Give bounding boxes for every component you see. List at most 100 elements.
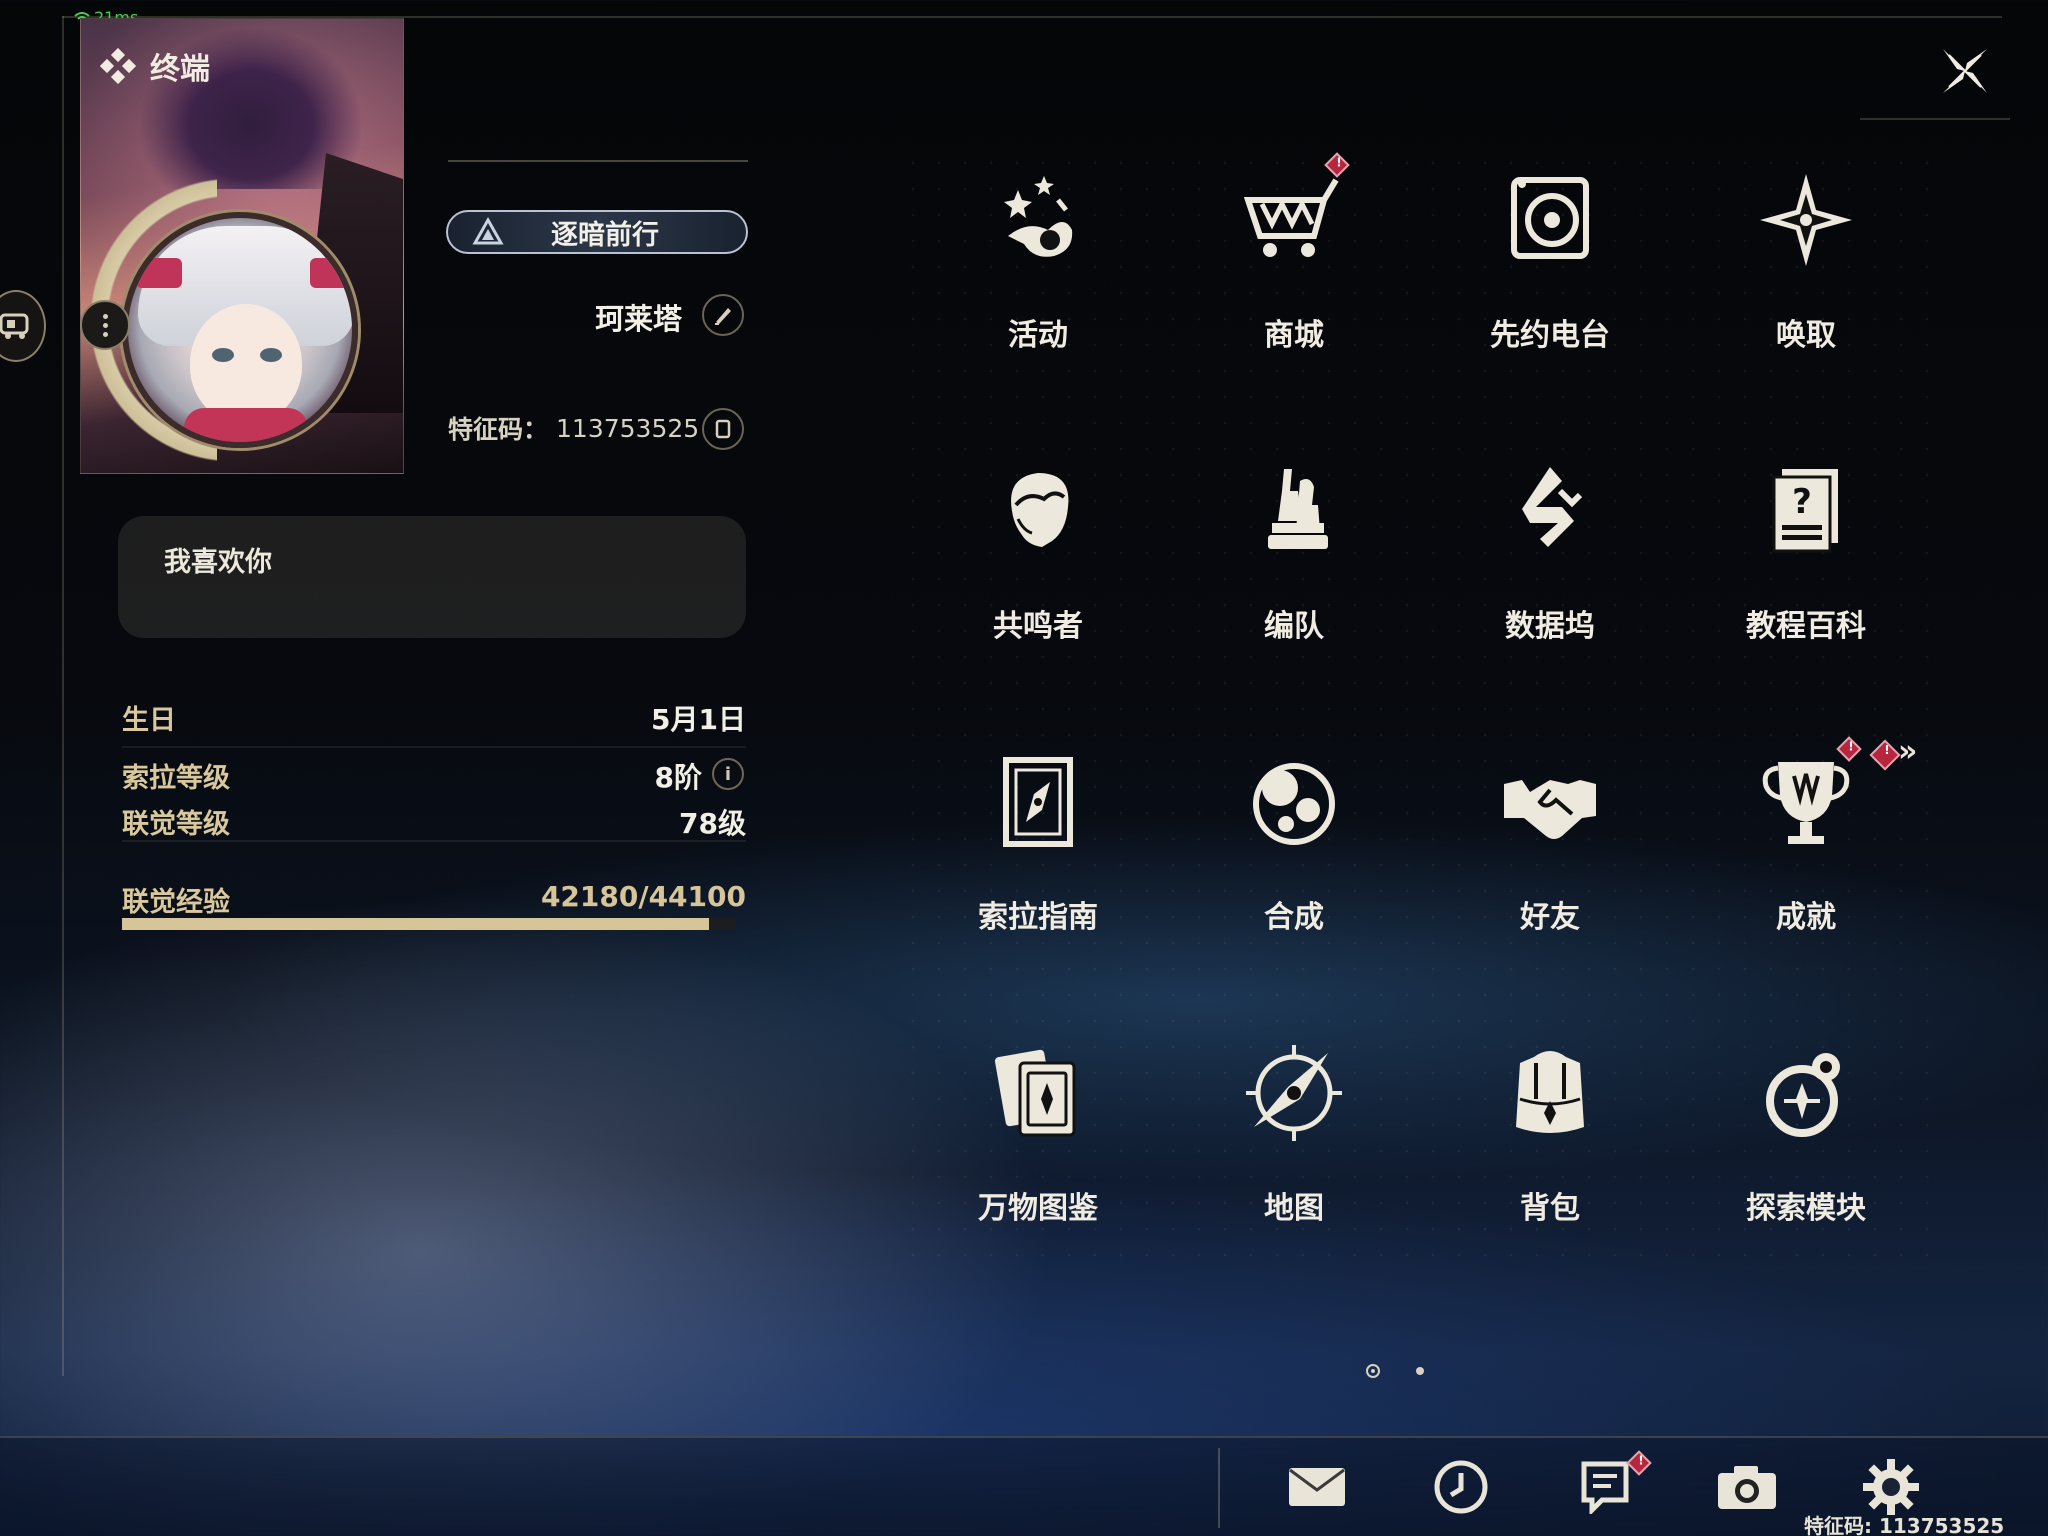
menu-tile-5[interactable]: 共鸣者	[910, 441, 1166, 731]
page-dot-active[interactable]	[1366, 1364, 1380, 1378]
signature-box[interactable]: 我喜欢你	[118, 516, 746, 638]
union-exp-bar	[122, 918, 736, 930]
avatar-bow-left	[136, 258, 182, 288]
mail-icon	[1289, 1468, 1345, 1506]
menu-tile-label: 活动	[1008, 318, 1068, 353]
menu-tile-16[interactable]: 探索模块	[1678, 1023, 1934, 1313]
union-exp-value: 42180/44100	[540, 880, 746, 913]
pencil-icon	[715, 308, 731, 325]
menu-tile-15[interactable]: 背包	[1422, 1023, 1678, 1313]
mail-button[interactable]	[1282, 1456, 1352, 1518]
side-panel-toggle[interactable]	[0, 290, 46, 362]
menu-tile-label: 编队	[1264, 609, 1324, 644]
notice-icon	[1581, 1461, 1629, 1514]
copy-uid-button[interactable]	[702, 408, 744, 450]
frame-corner-line	[1860, 118, 2010, 120]
resonator-head-icon	[988, 461, 1088, 561]
uid-value: 113753525	[556, 413, 700, 443]
menu-tile-11[interactable]: 好友	[1422, 732, 1678, 1022]
stat-divider	[122, 746, 746, 748]
birthday-label: 生日	[122, 705, 176, 736]
menu-tile-label: 先约电台	[1490, 318, 1610, 353]
trophy-icon	[1756, 752, 1856, 852]
bottom-bar-divider	[1218, 1448, 1220, 1528]
menu-tile-label: 索拉指南	[978, 900, 1098, 935]
camera-button[interactable]	[1712, 1456, 1782, 1518]
backpack-icon	[1500, 1043, 1600, 1143]
history-button[interactable]	[1426, 1456, 1496, 1518]
terminal-diamond-icon	[100, 48, 136, 84]
union-exp-label: 联觉经验	[122, 887, 230, 918]
close-icon	[1943, 49, 1987, 93]
avatar-bow-right	[310, 258, 352, 288]
union-level-label: 联觉等级	[122, 809, 230, 840]
settings-button[interactable]	[1856, 1456, 1926, 1518]
title-badge[interactable]: 逐暗前行	[446, 210, 748, 254]
signature-text: 我喜欢你	[164, 547, 272, 578]
menu-tile-label: 万物图鉴	[978, 1191, 1098, 1226]
copy-icon	[715, 419, 731, 439]
clock-icon	[1434, 1460, 1488, 1514]
menu-tile-9[interactable]: 索拉指南	[910, 732, 1166, 1022]
birthday-value: 5月1日	[651, 703, 746, 736]
menu-tile-label: 好友	[1520, 900, 1580, 935]
player-name: 珂莱塔	[594, 302, 682, 336]
avatar-face	[190, 304, 302, 424]
menu-tile-label: 探索模块	[1746, 1191, 1866, 1226]
menu-tile-2[interactable]: 商城	[1166, 150, 1422, 440]
guide-book-icon	[988, 752, 1088, 852]
union-exp-bar-fill	[122, 918, 710, 930]
avatar-eye-left	[212, 348, 234, 362]
stat-divider	[122, 840, 746, 842]
avatar-more-button[interactable]	[80, 300, 130, 350]
menu-tile-1[interactable]: 活动	[910, 150, 1166, 440]
menu-tile-label: 地图	[1264, 1191, 1324, 1226]
page-indicator	[1366, 1364, 1424, 1378]
avatar[interactable]	[122, 212, 358, 448]
menu-tile-8[interactable]: ? 教程百科	[1678, 441, 1934, 731]
tutorial-doc-icon: ?	[1756, 461, 1856, 561]
menu-tile-label: 共鸣者	[993, 609, 1083, 644]
svg-text:?: ?	[1792, 482, 1812, 522]
menu-tile-label: 成就	[1776, 900, 1836, 935]
uid-label: 特征码：	[448, 415, 549, 444]
chevron-right-double-icon: »	[1898, 734, 1918, 769]
camera-icon	[1718, 1466, 1776, 1509]
menu-tile-label: 商城	[1264, 318, 1324, 353]
bottom-uid-text: 特征码: 113753525	[1804, 1514, 2005, 1536]
handshake-icon	[1500, 752, 1600, 852]
radio-icon	[1500, 170, 1600, 270]
uid-row: 特征码： 113753525	[448, 410, 699, 446]
settings-gear-icon	[1863, 1459, 1919, 1515]
page-dot[interactable]	[1416, 1367, 1424, 1375]
close-button[interactable]	[1930, 36, 2000, 106]
menu-tile-6[interactable]: 编队	[1166, 441, 1422, 731]
convene-star-icon	[1756, 170, 1856, 270]
menu-tile-7[interactable]: 数据坞	[1422, 441, 1678, 731]
profile-divider-top	[448, 160, 748, 162]
app-title: 终端	[100, 44, 210, 88]
menu-tile-13[interactable]: 万物图鉴	[910, 1023, 1166, 1313]
menu-tile-label: 数据坞	[1505, 609, 1595, 644]
frame-left-line	[62, 16, 64, 1376]
sola-level-label: 索拉等级	[122, 763, 230, 794]
event-stars-icon	[988, 170, 1088, 270]
avatar-eye-right	[260, 348, 282, 362]
team-chess-icon	[1244, 461, 1344, 561]
archive-cards-icon	[988, 1043, 1088, 1143]
explore-module-icon	[1756, 1043, 1856, 1143]
menu-tile-10[interactable]: 合成	[1166, 732, 1422, 1022]
union-level-value: 78级	[679, 807, 746, 840]
menu-tile-12[interactable]: 成就	[1678, 732, 1934, 1022]
title-badge-text: 逐暗前行	[551, 219, 659, 251]
synthesis-icon	[1244, 752, 1344, 852]
edit-name-button[interactable]	[702, 294, 744, 336]
menu-tile-4[interactable]: 唤取	[1678, 150, 1934, 440]
menu-tile-3[interactable]: 先约电台	[1422, 150, 1678, 440]
menu-tile-label: 唤取	[1776, 318, 1836, 353]
menu-tile-label: 背包	[1520, 1191, 1580, 1226]
info-icon: i	[724, 763, 732, 785]
sola-level-info-button[interactable]: i	[712, 758, 744, 790]
menu-grid: 活动 商城 先约电台 唤取共鸣者 编队 数据坞 ? 教程百科索拉指南 合成 好友 成就万物图鉴 地图 背…	[906, 150, 1936, 1270]
menu-tile-14[interactable]: 地图	[1166, 1023, 1422, 1313]
